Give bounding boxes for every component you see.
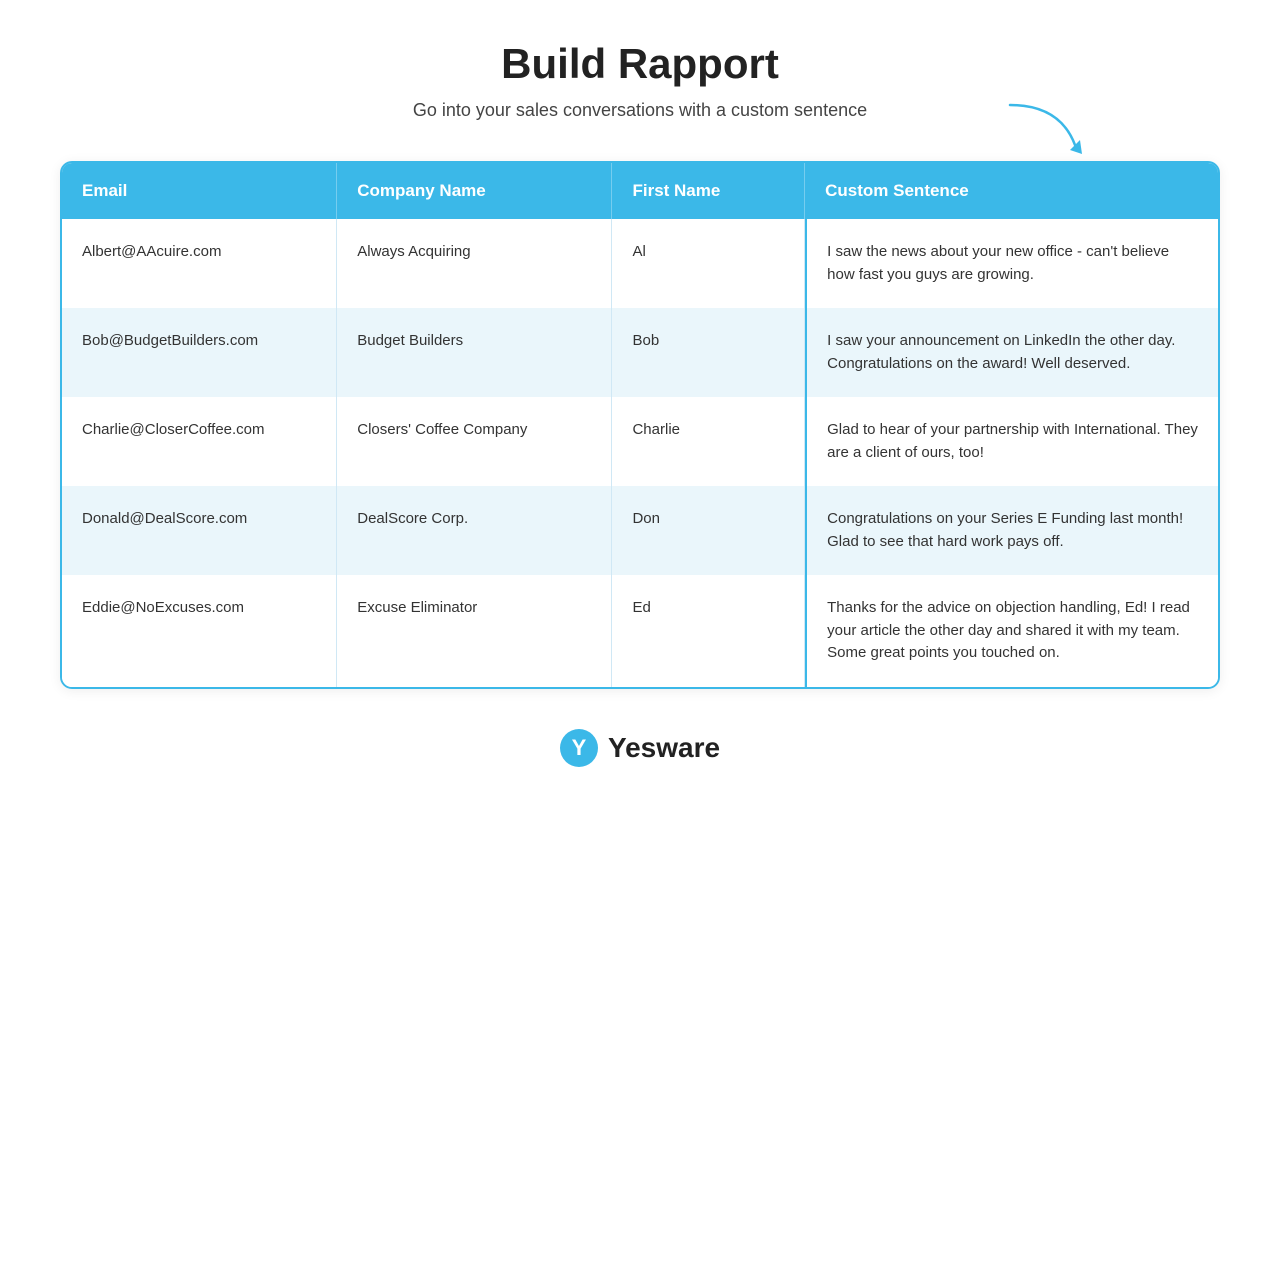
cell-firstname: Al xyxy=(612,219,805,308)
cell-company: Excuse Eliminator xyxy=(337,575,612,687)
cell-company: DealScore Corp. xyxy=(337,486,612,575)
page-title: Build Rapport xyxy=(501,40,779,88)
table-row: Bob@BudgetBuilders.com Budget Builders B… xyxy=(62,308,1218,397)
cell-sentence: Glad to hear of your partnership with In… xyxy=(805,397,1218,486)
cell-firstname: Charlie xyxy=(612,397,805,486)
cell-company: Closers' Coffee Company xyxy=(337,397,612,486)
table-row: Eddie@NoExcuses.com Excuse Eliminator Ed… xyxy=(62,575,1218,687)
arrow-icon xyxy=(1000,100,1090,160)
cell-email: Donald@DealScore.com xyxy=(62,486,337,575)
table-row: Albert@AAcuire.com Always Acquiring Al I… xyxy=(62,219,1218,308)
cell-company: Always Acquiring xyxy=(337,219,612,308)
cell-firstname: Ed xyxy=(612,575,805,687)
col-firstname: First Name xyxy=(612,163,805,219)
brand-name: Yesware xyxy=(608,732,720,764)
cell-company: Budget Builders xyxy=(337,308,612,397)
cell-sentence: I saw the news about your new office - c… xyxy=(805,219,1218,308)
table-row: Donald@DealScore.com DealScore Corp. Don… xyxy=(62,486,1218,575)
footer: Y Yesware xyxy=(560,729,720,767)
subtitle-text: Go into your sales conversations with a … xyxy=(413,100,867,121)
cell-email: Eddie@NoExcuses.com xyxy=(62,575,337,687)
cell-sentence: I saw your announcement on LinkedIn the … xyxy=(805,308,1218,397)
col-email: Email xyxy=(62,163,337,219)
cell-sentence: Thanks for the advice on objection handl… xyxy=(805,575,1218,687)
cell-email: Albert@AAcuire.com xyxy=(62,219,337,308)
cell-sentence: Congratulations on your Series E Funding… xyxy=(805,486,1218,575)
cell-email: Bob@BudgetBuilders.com xyxy=(62,308,337,397)
col-sentence: Custom Sentence xyxy=(805,163,1218,219)
cell-firstname: Don xyxy=(612,486,805,575)
svg-text:Y: Y xyxy=(572,735,587,760)
data-table: Email Company Name First Name Custom Sen… xyxy=(60,161,1220,689)
table-header: Email Company Name First Name Custom Sen… xyxy=(62,163,1218,219)
table-body: Albert@AAcuire.com Always Acquiring Al I… xyxy=(62,219,1218,687)
table-row: Charlie@CloserCoffee.com Closers' Coffee… xyxy=(62,397,1218,486)
cell-email: Charlie@CloserCoffee.com xyxy=(62,397,337,486)
cell-firstname: Bob xyxy=(612,308,805,397)
page-container: Build Rapport Go into your sales convers… xyxy=(60,40,1220,767)
col-company: Company Name xyxy=(337,163,612,219)
yesware-logo-icon: Y xyxy=(560,729,598,767)
subtitle-row: Go into your sales conversations with a … xyxy=(60,100,1220,121)
